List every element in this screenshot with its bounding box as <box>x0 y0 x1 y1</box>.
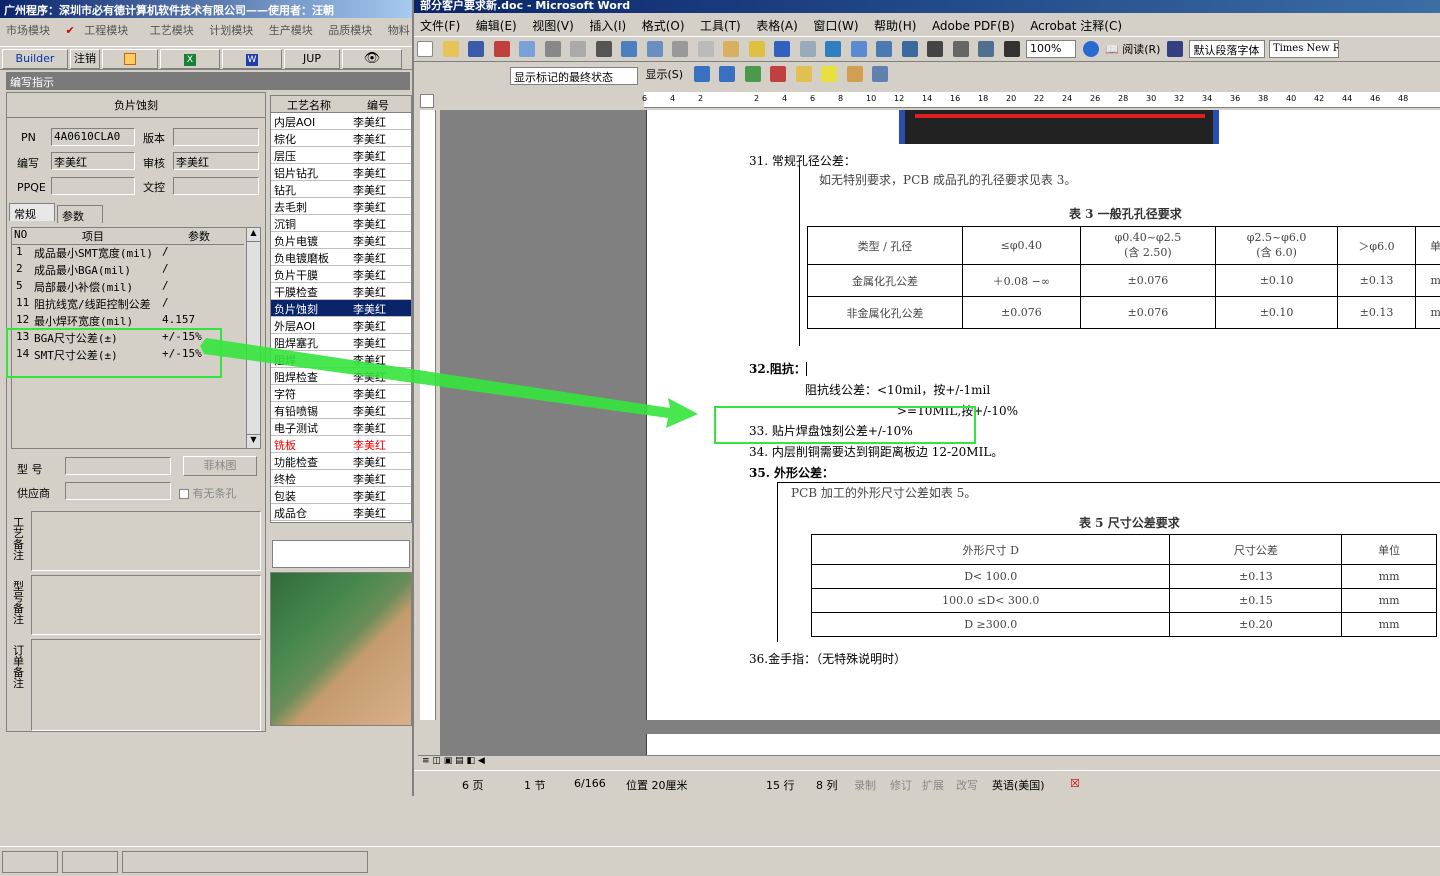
annotation-arrow <box>200 338 698 428</box>
